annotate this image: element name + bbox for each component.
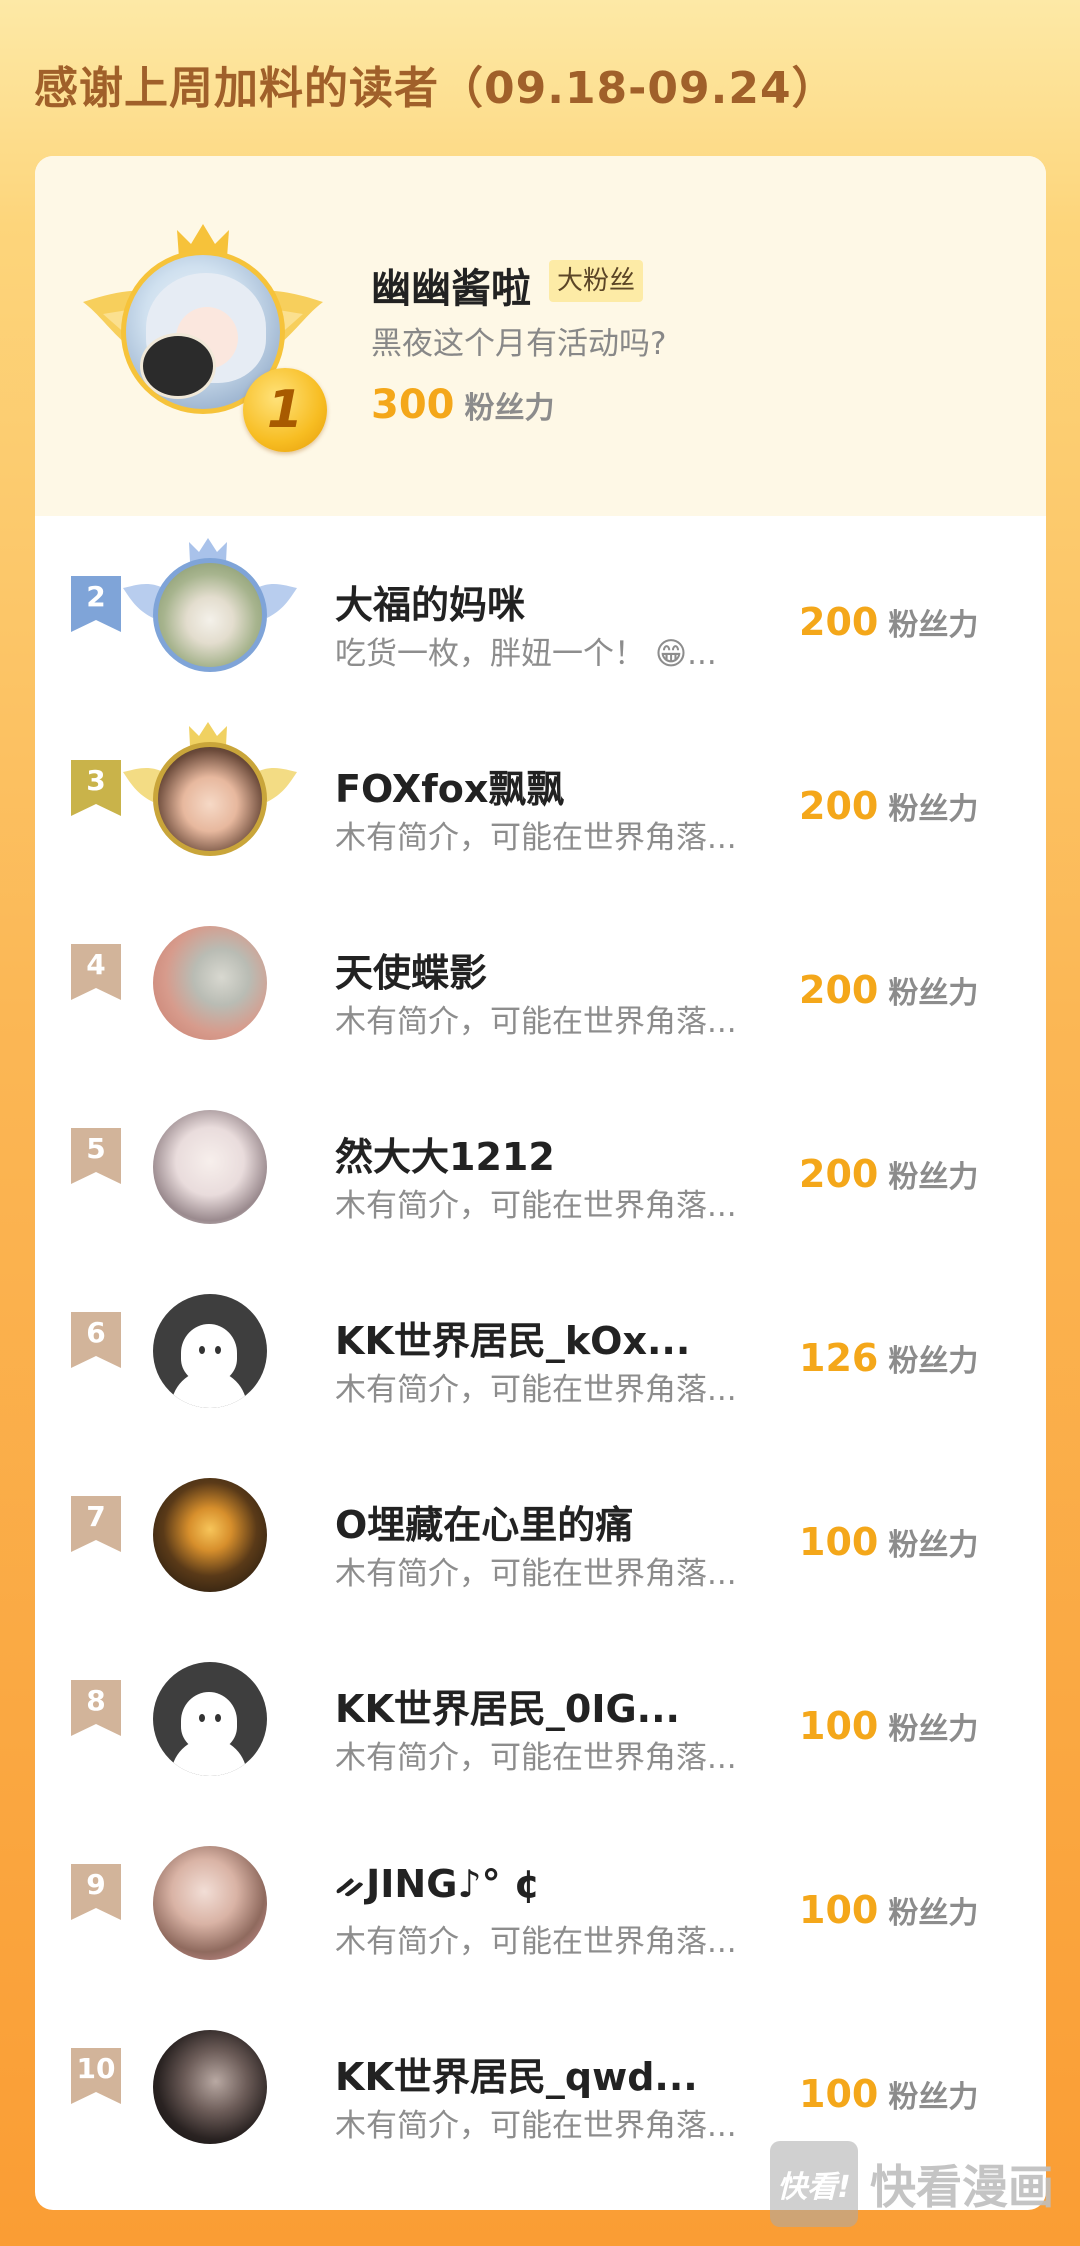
reader-name[interactable]: O埋藏在心里的痛 [335,1494,633,1549]
reader-score: 300 粉丝力 [371,382,555,428]
avatar-frame [143,1838,273,1968]
app-logo-icon: 快看! [770,2141,858,2227]
top-avatar-frame: 1 [83,222,327,462]
avatar-frame [123,538,297,680]
reader-name[interactable]: 幽幽酱啦 [371,256,531,314]
rank-ribbon: 6 [71,1312,121,1368]
list-item[interactable]: 6 KK世界居民_kOx... 木有简介，可能在世界角落... 126 粉丝力 [35,1252,1046,1436]
watermark-text: 快看漫画 [870,2160,1054,2214]
reader-score: 100 粉丝力 [799,2072,979,2116]
list-item[interactable]: 8 KK世界居民_0IG... 木有简介，可能在世界角落... 100 粉丝力 [35,1620,1046,1804]
reader-name[interactable]: KK世界居民_kOx... [335,1310,690,1365]
reader-name[interactable]: FOXfox飘飘 [335,758,564,813]
reader-name[interactable]: 天使蝶影 [335,942,487,997]
default-avatar-icon[interactable] [153,1294,267,1408]
avatar[interactable] [153,1110,267,1224]
list-item[interactable]: 9 ᨀJING♪° ¢ 木有简介，可能在世界角落... 100 粉丝力 [35,1804,1046,1988]
avatar[interactable] [153,926,267,1040]
list-item[interactable]: 2 大福的妈咪 吃货一枚，胖妞一个！ 😁... 200 粉丝力 [35,516,1046,700]
reader-name[interactable]: 然大大1212 [335,1126,555,1181]
reader-description: 木有简介，可能在世界角落... [335,1740,737,1776]
reader-description: 木有简介，可能在世界角落... [335,1188,737,1224]
leaderboard-card: 1 幽幽酱啦 大粉丝 黑夜这个月有活动吗? 300 粉丝力 2 大福的妈咪 吃货一… [35,156,1046,2210]
reader-name[interactable]: KK世界居民_0IG... [335,1678,680,1733]
fan-level-badge: 大粉丝 [549,260,644,302]
avatar-frame [143,1286,273,1416]
reader-score: 100 粉丝力 [799,1704,979,1748]
reader-score: 200 粉丝力 [799,600,979,644]
score-unit: 粉丝力 [464,391,555,426]
reader-description: 黑夜这个月有活动吗? [371,326,667,362]
reader-score: 126 粉丝力 [799,1336,979,1380]
avatar[interactable] [153,1846,267,1960]
reader-description: 木有简介，可能在世界角落... [335,1372,737,1408]
top-reader[interactable]: 1 幽幽酱啦 大粉丝 黑夜这个月有活动吗? 300 粉丝力 [35,156,1046,516]
rank-ribbon: 2 [71,576,121,632]
rank-ribbon: 4 [71,944,121,1000]
reader-score: 200 粉丝力 [799,968,979,1012]
rank-ribbon: 8 [71,1680,121,1736]
reader-description: 木有简介，可能在世界角落... [335,1924,737,1960]
avatar-frame [143,1654,273,1784]
reader-score: 100 粉丝力 [799,1888,979,1932]
score-value: 300 [371,382,455,428]
list-item[interactable]: 3 FOXfox飘飘 木有简介，可能在世界角落... 200 粉丝力 [35,700,1046,884]
reader-name[interactable]: ᨀJING♪° ¢ [335,1862,540,1907]
reader-name[interactable]: 大福的妈咪 [335,574,525,629]
avatar[interactable] [153,1478,267,1592]
page-title: 感谢上周加料的读者（09.18-09.24） [34,63,837,114]
list-item[interactable]: 7 O埋藏在心里的痛 木有简介，可能在世界角落... 100 粉丝力 [35,1436,1046,1620]
reader-description: 吃货一枚，胖妞一个！ 😁... [335,636,717,672]
reader-name[interactable]: KK世界居民_qwd... [335,2046,698,2101]
reader-score: 200 粉丝力 [799,784,979,828]
rank-ribbon: 9 [71,1864,121,1920]
avatar-frame [123,722,297,864]
reader-description: 木有简介，可能在世界角落... [335,1556,737,1592]
reader-score: 200 粉丝力 [799,1152,979,1196]
rank-ribbon: 5 [71,1128,121,1184]
watermark: 快看! 快看漫画 [770,2138,1060,2230]
list-item[interactable]: 5 然大大1212 木有简介，可能在世界角落... 200 粉丝力 [35,1068,1046,1252]
avatar-frame [143,2022,273,2152]
list-item[interactable]: 4 天使蝶影 木有简介，可能在世界角落... 200 粉丝力 [35,884,1046,1068]
avatar[interactable] [153,742,267,856]
default-avatar-icon[interactable] [153,1662,267,1776]
avatar-frame [143,918,273,1048]
rank-ribbon: 10 [71,2048,121,2104]
rank-ribbon: 7 [71,1496,121,1552]
reader-description: 木有简介，可能在世界角落... [335,1004,737,1040]
avatar-frame [143,1470,273,1600]
rank-ribbon: 3 [71,760,121,816]
reader-score: 100 粉丝力 [799,1520,979,1564]
avatar[interactable] [153,2030,267,2144]
avatar-frame [143,1102,273,1232]
reader-description: 木有简介，可能在世界角落... [335,2108,737,2144]
rank-badge: 1 [243,368,327,452]
reader-description: 木有简介，可能在世界角落... [335,820,737,856]
avatar[interactable] [153,558,267,672]
